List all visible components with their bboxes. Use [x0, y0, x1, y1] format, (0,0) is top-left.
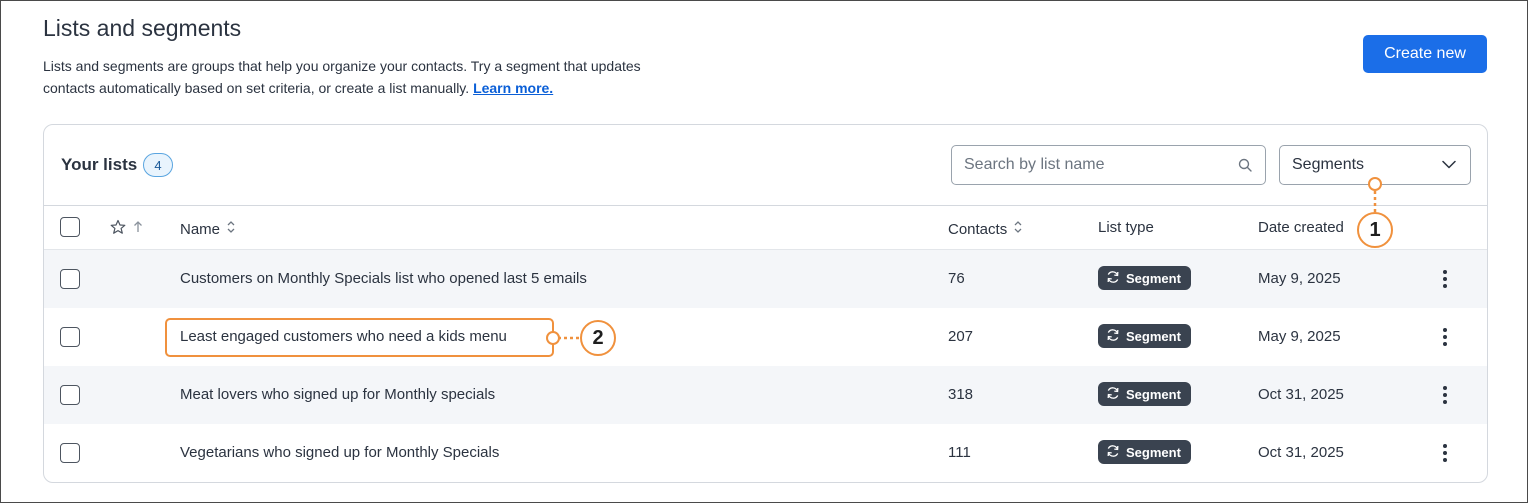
list-type-badge: Segment [1098, 440, 1191, 464]
list-count-badge: 4 [143, 153, 173, 177]
list-type-badge: Segment [1098, 324, 1191, 348]
search-icon[interactable] [1237, 157, 1253, 173]
select-all-checkbox[interactable] [60, 217, 80, 237]
column-name-label: Name [180, 220, 221, 238]
column-header-contacts[interactable]: Contacts [948, 219, 1023, 239]
row-checkbox[interactable] [60, 327, 80, 347]
column-list-type-label: List type [1098, 219, 1154, 236]
table-row[interactable]: Meat lovers who signed up for Monthly sp… [44, 366, 1487, 424]
list-name-link[interactable]: Customers on Monthly Specials list who o… [180, 270, 587, 287]
contacts-count: 76 [948, 270, 965, 287]
column-date-created-label: Date created [1258, 219, 1344, 236]
list-type-label: Segment [1126, 270, 1181, 286]
chevron-down-icon [1442, 156, 1456, 174]
kebab-menu-icon[interactable] [1434, 267, 1456, 291]
star-icon[interactable] [110, 219, 126, 240]
callout-2-badge: 2 [580, 320, 616, 356]
search-field[interactable] [951, 145, 1266, 185]
table-row[interactable]: Customers on Monthly Specials list who o… [44, 250, 1487, 308]
learn-more-link[interactable]: Learn more. [473, 80, 553, 96]
column-contacts-label: Contacts [948, 220, 1008, 238]
kebab-menu-icon[interactable] [1434, 325, 1456, 349]
list-type-badge: Segment [1098, 266, 1191, 290]
contacts-count: 111 [948, 444, 971, 461]
callout-2-highlight-box [165, 318, 554, 357]
column-header-date-created[interactable]: Date created [1258, 219, 1344, 236]
sort-icon [226, 219, 236, 239]
callout-2-anchor-dot [546, 331, 560, 345]
contacts-count: 318 [948, 386, 974, 403]
callout-1-badge: 1 [1357, 212, 1393, 248]
refresh-icon [1106, 444, 1120, 461]
contacts-count: 207 [948, 328, 974, 345]
list-name-link[interactable]: Meat lovers who signed up for Monthly sp… [180, 386, 495, 403]
page-title: Lists and segments [43, 15, 242, 41]
list-type-label: Segment [1126, 328, 1181, 344]
filter-selected-value: Segments [1292, 156, 1365, 173]
date-created: May 9, 2025 [1258, 270, 1341, 287]
lists-card: Your lists 4 Segments Name [43, 124, 1488, 483]
search-input[interactable] [964, 156, 1237, 174]
date-created: Oct 31, 2025 [1258, 444, 1344, 461]
page-description: Lists and segments are groups that help … [43, 55, 683, 99]
your-lists-heading: Your lists [61, 155, 138, 174]
column-header-name[interactable]: Name [180, 219, 236, 239]
row-checkbox[interactable] [60, 385, 80, 405]
column-header-list-type: List type [1098, 219, 1154, 236]
list-name-link[interactable]: Vegetarians who signed up for Monthly Sp… [180, 444, 499, 461]
date-created: Oct 31, 2025 [1258, 386, 1344, 403]
kebab-menu-icon[interactable] [1434, 441, 1456, 465]
list-type-label: Segment [1126, 386, 1181, 402]
refresh-icon [1106, 386, 1120, 403]
refresh-icon [1106, 270, 1120, 287]
table-row[interactable]: Vegetarians who signed up for Monthly Sp… [44, 424, 1487, 482]
table-header-row: Name Contacts List type Date created [44, 206, 1487, 250]
row-checkbox[interactable] [60, 269, 80, 289]
create-new-button[interactable]: Create new [1363, 35, 1487, 73]
kebab-menu-icon[interactable] [1434, 383, 1456, 407]
callout-1-anchor-dot [1368, 177, 1382, 191]
sort-icon [1013, 219, 1023, 239]
date-created: May 9, 2025 [1258, 328, 1341, 345]
lists-card-header: Your lists 4 Segments [44, 125, 1487, 206]
refresh-icon [1106, 328, 1120, 345]
row-checkbox[interactable] [60, 443, 80, 463]
list-type-label: Segment [1126, 444, 1181, 460]
sort-ascending-icon[interactable] [132, 219, 144, 240]
list-type-badge: Segment [1098, 382, 1191, 406]
